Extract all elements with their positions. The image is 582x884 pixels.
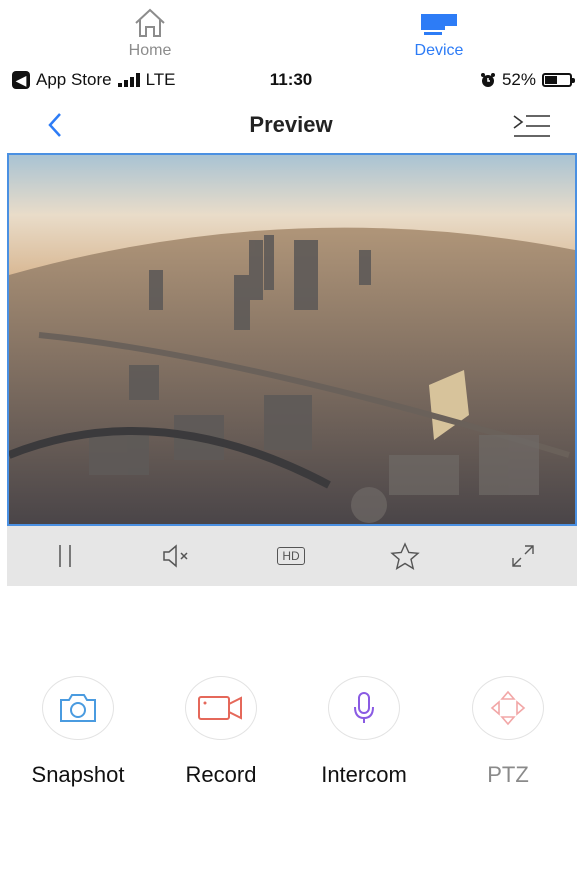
- tab-home-label: Home: [128, 42, 172, 59]
- pause-icon: [59, 545, 71, 567]
- home-icon: [135, 8, 165, 37]
- video-controls-bar: HD: [7, 526, 577, 586]
- aerial-city-image: [9, 155, 575, 524]
- status-right: 52%: [480, 70, 575, 90]
- favorite-button[interactable]: [385, 536, 425, 576]
- record-circle[interactable]: [185, 676, 257, 740]
- tab-device-label: Device: [414, 42, 464, 59]
- record-label: Record: [185, 762, 257, 787]
- tab-device[interactable]: Device: [379, 6, 499, 60]
- menu-list-icon[interactable]: [512, 110, 552, 142]
- snapshot-button[interactable]: Snapshot: [13, 676, 143, 788]
- video-camera-icon: [198, 696, 242, 720]
- snapshot-circle[interactable]: [42, 676, 114, 740]
- ptz-button[interactable]: PTZ: [443, 676, 573, 788]
- intercom-label: Intercom: [321, 762, 407, 787]
- hd-icon: HD: [277, 547, 305, 565]
- snapshot-label: Snapshot: [31, 762, 125, 787]
- ptz-label: PTZ: [487, 762, 529, 787]
- device-icon: [421, 14, 457, 35]
- nav-bar: Preview: [0, 100, 582, 150]
- fullscreen-button[interactable]: [503, 536, 543, 576]
- camera-icon: [60, 694, 96, 722]
- battery-icon: [542, 73, 575, 87]
- record-button[interactable]: Record: [156, 676, 286, 788]
- fullscreen-icon: [512, 545, 534, 567]
- favorite-star-icon: [390, 542, 420, 570]
- page-title: Preview: [249, 112, 333, 137]
- battery-percent: 52%: [501, 70, 536, 89]
- top-tab-bar: Home Device: [0, 0, 582, 68]
- action-buttons: Snapshot Record Intercom PTZ: [0, 676, 582, 806]
- ptz-arrows-icon: [490, 690, 526, 726]
- intercom-circle[interactable]: [328, 676, 400, 740]
- alarm-icon: [480, 73, 495, 87]
- video-preview[interactable]: [7, 153, 577, 526]
- microphone-icon: [354, 692, 374, 723]
- ptz-circle[interactable]: [472, 676, 544, 740]
- intercom-button[interactable]: Intercom: [299, 676, 429, 788]
- hd-button[interactable]: HD: [271, 536, 311, 576]
- status-bar: ◀ App Store LTE 11:30 52%: [0, 70, 582, 94]
- mute-icon: [163, 544, 188, 568]
- pause-button[interactable]: [45, 536, 85, 576]
- tab-home[interactable]: Home: [90, 6, 210, 60]
- mute-button[interactable]: [157, 536, 197, 576]
